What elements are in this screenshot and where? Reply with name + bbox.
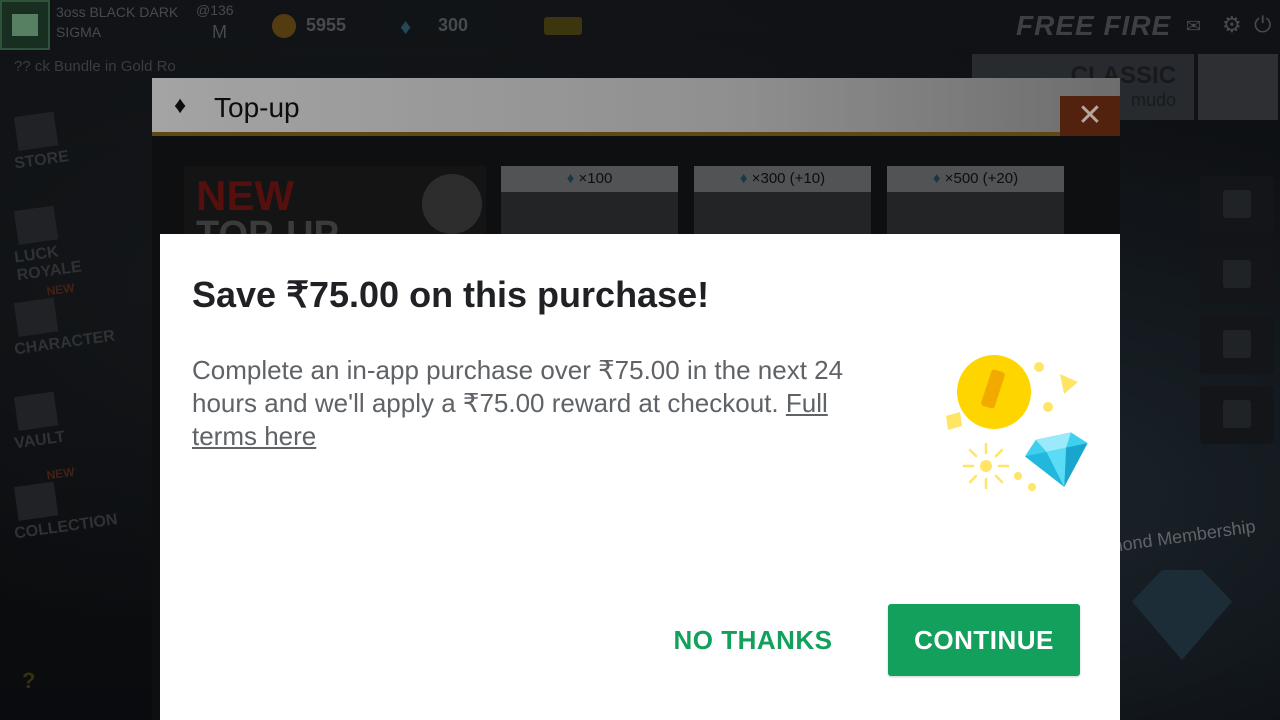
dialog-body: Complete an in-app purchase over ₹75.00 … [192,354,892,453]
no-thanks-button[interactable]: NO THANKS [660,604,846,676]
dialog-body-text: Complete an in-app purchase over ₹75.00 … [192,355,844,418]
coin-and-diamond-icon [946,355,1088,491]
dialog-title: Save ₹75.00 on this purchase! [192,274,710,315]
continue-button[interactable]: CONTINUE [888,604,1080,676]
purchase-offer-dialog: Save ₹75.00 on this purchase! Complete a… [160,234,1120,720]
